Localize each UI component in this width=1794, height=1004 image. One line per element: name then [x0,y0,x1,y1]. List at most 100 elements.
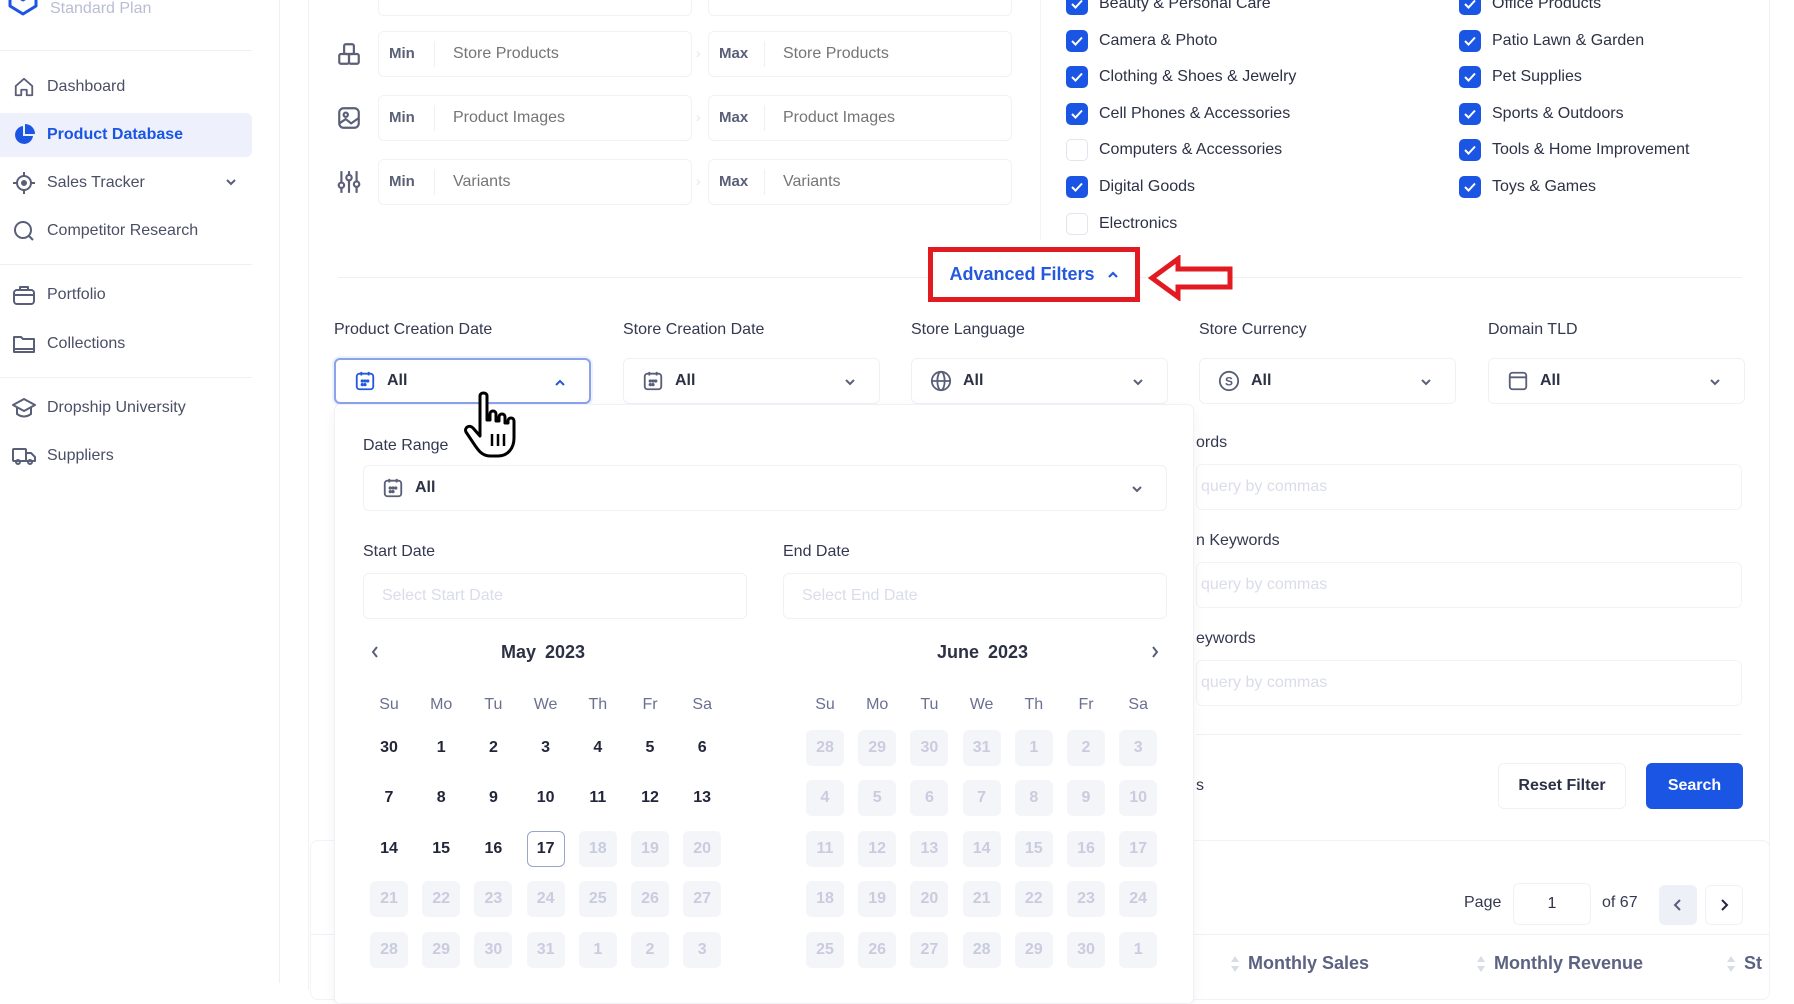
checkbox-checked-icon[interactable] [1459,102,1481,125]
category-checkbox[interactable]: Toys & Games [1459,175,1596,199]
checkbox-checked-icon[interactable] [1459,29,1481,52]
sidebar-item-suppliers[interactable]: Suppliers [0,434,252,478]
category-checkbox[interactable]: Computers & Accessories [1066,138,1282,162]
calendar-day[interactable]: 16 [474,831,512,867]
store-currency-select[interactable]: S All [1199,358,1456,404]
store-creation-date-select[interactable]: All [623,358,880,404]
date-range-select[interactable]: All [363,465,1167,511]
keywords-input[interactable] [1196,464,1742,510]
category-checkbox[interactable]: Electronics [1066,212,1177,236]
advanced-filters-toggle[interactable]: Advanced Filters [949,264,1118,285]
search-button[interactable]: Search [1646,763,1743,809]
checkbox-unchecked-icon[interactable] [1066,212,1088,235]
calendar-icon [382,477,404,499]
sidebar-item-label: Portfolio [47,286,106,303]
variants-max-input[interactable] [765,173,995,191]
calendar-day[interactable]: 6 [683,730,721,766]
next-month-button[interactable] [1145,641,1165,663]
category-checkbox[interactable]: Beauty & Personal Care [1066,0,1271,16]
reset-filter-button[interactable]: Reset Filter [1498,763,1626,809]
calendar-day[interactable]: 12 [631,780,669,816]
calendar-day-today[interactable]: 17 [526,831,565,867]
sidebar-item-dashboard[interactable]: Dashboard [0,65,252,109]
category-checkbox[interactable]: Office Products [1459,0,1601,16]
chevron-down-icon [1130,482,1144,500]
keywords-field[interactable] [1197,674,1741,692]
product-images-max-input[interactable] [765,109,995,127]
category-checkbox[interactable]: Clothing & Shoes & Jewelry [1066,65,1296,89]
keywords-field[interactable] [1197,478,1741,496]
sidebar-item-collections[interactable]: Collections [0,322,252,366]
sidebar-item-dropship-university[interactable]: Dropship University [0,386,252,430]
category-checkbox[interactable]: Digital Goods [1066,175,1195,199]
checkbox-checked-icon[interactable] [1066,66,1088,89]
domain-tld-select[interactable]: All [1488,358,1745,404]
sidebar-item-competitor-research[interactable]: Competitor Research [0,209,252,253]
category-checkbox[interactable]: Camera & Photo [1066,29,1217,53]
prev-month-button[interactable] [365,641,385,663]
calendar-day[interactable]: 3 [527,730,565,766]
calendar-day[interactable]: 7 [370,780,408,816]
checkbox-checked-icon[interactable] [1066,0,1088,15]
store-language-label: Store Language [911,321,1025,338]
product-images-min-input[interactable] [435,109,665,127]
range-max-partial[interactable] [708,0,1012,16]
chevron-down-icon[interactable] [224,175,238,194]
end-date-field[interactable] [784,587,1166,605]
calendar-day[interactable]: 5 [631,730,669,766]
checkbox-checked-icon[interactable] [1459,66,1481,89]
category-checkbox[interactable]: Patio Lawn & Garden [1459,29,1644,53]
end-date-input[interactable] [783,573,1167,619]
max-label: Max [709,41,765,67]
calendar-day[interactable]: 11 [579,780,617,816]
product-images-max[interactable]: Max [708,95,1012,141]
column-header-store[interactable]: St [1726,953,1762,974]
keywords-field[interactable] [1197,576,1741,594]
calendar-day-disabled: 31 [962,730,1001,766]
calendar-day[interactable]: 13 [683,780,721,816]
checkbox-checked-icon[interactable] [1066,29,1088,52]
calendar-day[interactable]: 9 [474,780,512,816]
next-page-button[interactable] [1705,885,1743,925]
sidebar-item-portfolio[interactable]: Portfolio [0,273,252,317]
calendar-day[interactable]: 14 [370,831,408,867]
checkbox-checked-icon[interactable] [1459,0,1481,15]
category-checkbox[interactable]: Pet Supplies [1459,65,1582,89]
product-creation-date-select[interactable]: All [334,358,591,404]
calendar-day[interactable]: 4 [579,730,617,766]
sidebar-item-sales-tracker[interactable]: Sales Tracker [0,161,252,205]
category-checkbox[interactable]: Cell Phones & Accessories [1066,102,1290,126]
calendar-day[interactable]: 30 [370,730,408,766]
column-header-monthly-revenue[interactable]: Monthly Revenue [1476,953,1643,974]
page-number-input[interactable] [1513,883,1591,925]
checkbox-checked-icon[interactable] [1459,176,1481,198]
calendar-day[interactable]: 1 [422,730,460,766]
calendar-day[interactable]: 15 [422,831,460,867]
product-images-min[interactable]: Min [378,95,692,141]
prev-page-button[interactable] [1659,885,1697,925]
store-products-max[interactable]: Max [708,31,1012,77]
checkbox-checked-icon[interactable] [1066,176,1088,198]
store-language-select[interactable]: All [911,358,1168,404]
variants-max[interactable]: Max [708,159,1012,205]
start-date-field[interactable] [364,587,746,605]
store-products-min-input[interactable] [435,45,665,63]
keywords-input[interactable] [1196,660,1742,706]
calendar-day[interactable]: 8 [422,780,460,816]
calendar-day[interactable]: 10 [527,780,565,816]
checkbox-checked-icon[interactable] [1066,102,1088,125]
sidebar-item-product-database[interactable]: Product Database [0,113,252,157]
variants-min[interactable]: Min [378,159,692,205]
variants-min-input[interactable] [435,173,665,191]
checkbox-checked-icon[interactable] [1459,139,1481,162]
start-date-input[interactable] [363,573,747,619]
column-header-monthly-sales[interactable]: Monthly Sales [1230,953,1369,974]
keywords-input[interactable] [1196,562,1742,608]
calendar-day[interactable]: 2 [474,730,512,766]
category-checkbox[interactable]: Sports & Outdoors [1459,102,1624,126]
category-checkbox[interactable]: Tools & Home Improvement [1459,138,1689,162]
checkbox-unchecked-icon[interactable] [1066,139,1088,162]
store-products-min[interactable]: Min [378,31,692,77]
range-min-partial[interactable] [378,0,692,16]
store-products-max-input[interactable] [765,45,995,63]
